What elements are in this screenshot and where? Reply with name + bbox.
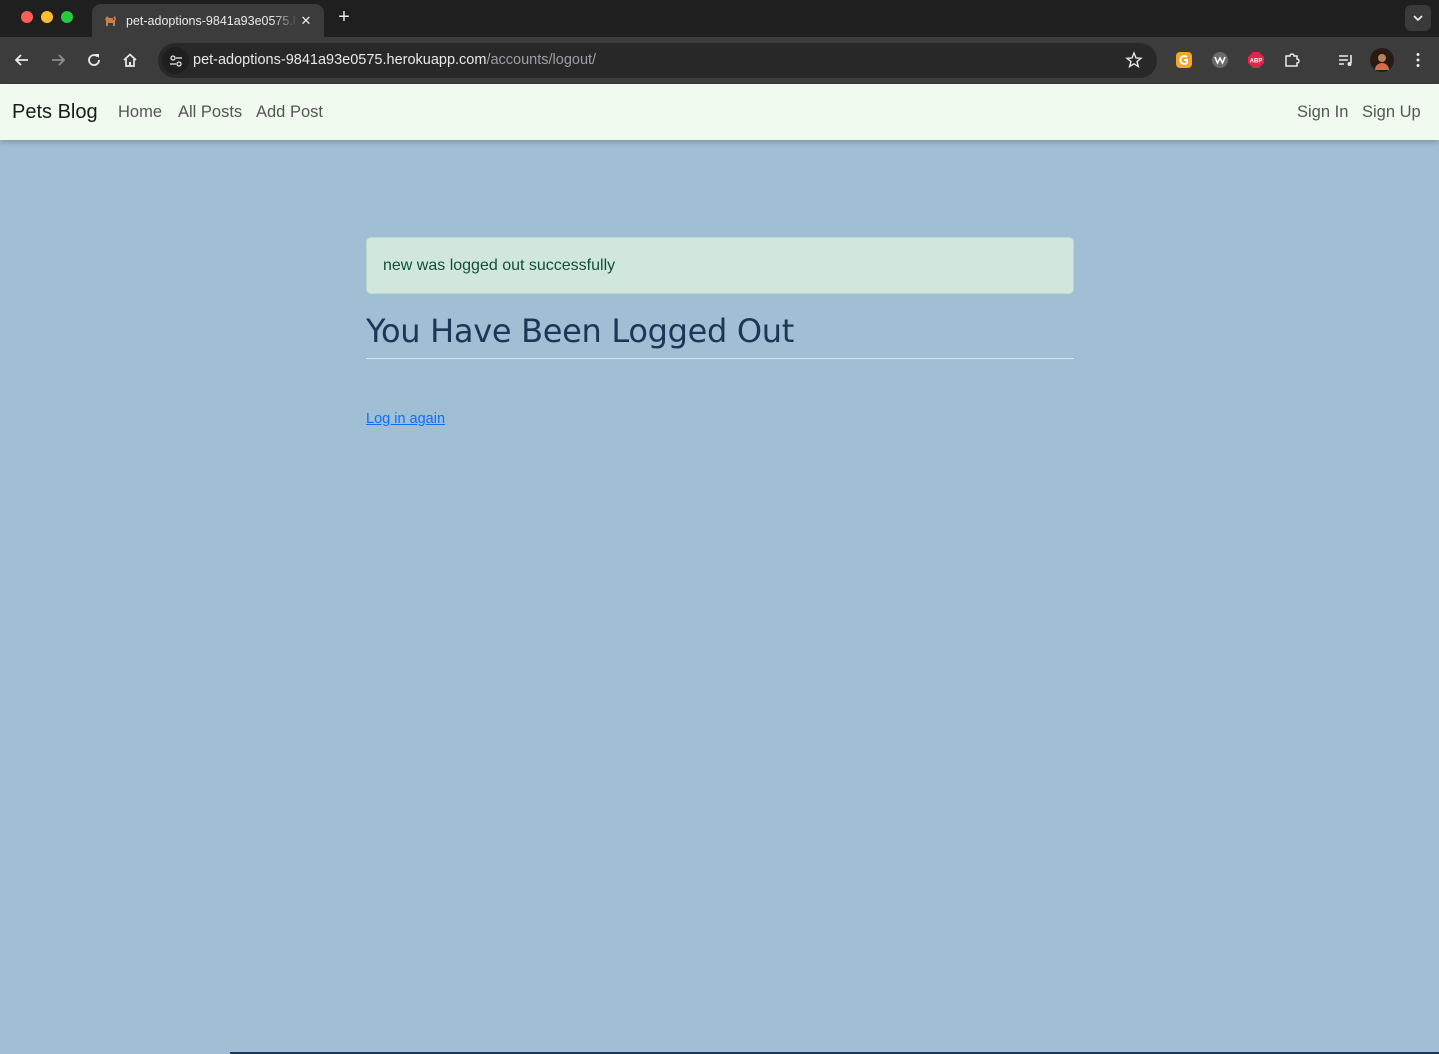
- close-window-button[interactable]: [21, 11, 33, 23]
- grammarly-icon[interactable]: [1174, 50, 1194, 70]
- reload-icon: [88, 54, 100, 66]
- maximize-window-button[interactable]: [61, 11, 73, 23]
- back-button[interactable]: [11, 49, 33, 71]
- minimize-window-button[interactable]: [41, 11, 53, 23]
- page-title: You Have Been Logged Out: [366, 312, 1074, 359]
- tab-search-button[interactable]: [1405, 5, 1431, 31]
- tab-title: pet-adoptions-9841a93e0575.herokuapp.com: [126, 13, 298, 28]
- page-viewport: Pets Blog Home All Posts Add Post Sign I…: [0, 84, 1439, 1054]
- arrow-right-icon: [52, 54, 66, 66]
- main-content: new was logged out successfully You Have…: [366, 237, 1074, 428]
- profile-avatar[interactable]: [1370, 48, 1394, 72]
- svg-text:ABP: ABP: [1250, 59, 1263, 65]
- site-info-icon[interactable]: [162, 47, 189, 74]
- browser-tab-strip: pet-adoptions-9841a93e0575.herokuapp.com…: [0, 0, 1439, 37]
- dog-icon: [102, 13, 118, 29]
- home-icon: [123, 53, 137, 67]
- nav-link-home[interactable]: Home: [118, 103, 162, 122]
- success-alert: new was logged out successfully: [366, 237, 1074, 294]
- nav-link-sign-up[interactable]: Sign Up: [1362, 103, 1421, 122]
- url-path: /accounts/logout/: [486, 52, 597, 68]
- media-control-icon[interactable]: [1336, 50, 1356, 70]
- adblock-plus-icon[interactable]: ABP: [1246, 50, 1266, 70]
- address-bar[interactable]: pet-adoptions-9841a93e0575.herokuapp.com…: [158, 43, 1157, 78]
- home-button[interactable]: [119, 49, 141, 71]
- browser-toolbar: pet-adoptions-9841a93e0575.herokuapp.com…: [0, 37, 1439, 84]
- wappalyzer-icon[interactable]: [1210, 50, 1230, 70]
- nav-link-all-posts[interactable]: All Posts: [178, 103, 242, 122]
- brand-link[interactable]: Pets Blog: [12, 101, 98, 124]
- puzzle-icon[interactable]: [1282, 50, 1302, 70]
- browser-tab[interactable]: pet-adoptions-9841a93e0575.herokuapp.com…: [92, 4, 324, 37]
- nav-link-add-post[interactable]: Add Post: [256, 103, 323, 122]
- arrow-left-icon: [14, 54, 28, 66]
- log-in-again-link[interactable]: Log in again: [366, 411, 445, 427]
- more-menu-icon[interactable]: [1408, 50, 1428, 70]
- site-navbar: Pets Blog Home All Posts Add Post Sign I…: [0, 84, 1439, 140]
- bookmark-star-icon[interactable]: [1125, 51, 1143, 69]
- url-host: pet-adoptions-9841a93e0575.herokuapp.com: [193, 52, 487, 68]
- url-text: pet-adoptions-9841a93e0575.herokuapp.com…: [193, 52, 596, 68]
- nav-link-sign-in[interactable]: Sign In: [1297, 103, 1348, 122]
- new-tab-button[interactable]: +: [334, 7, 354, 28]
- chevron-down-icon: [1413, 15, 1423, 22]
- close-icon[interactable]: ✕: [298, 13, 314, 29]
- reload-button[interactable]: [83, 49, 105, 71]
- forward-button[interactable]: [47, 49, 69, 71]
